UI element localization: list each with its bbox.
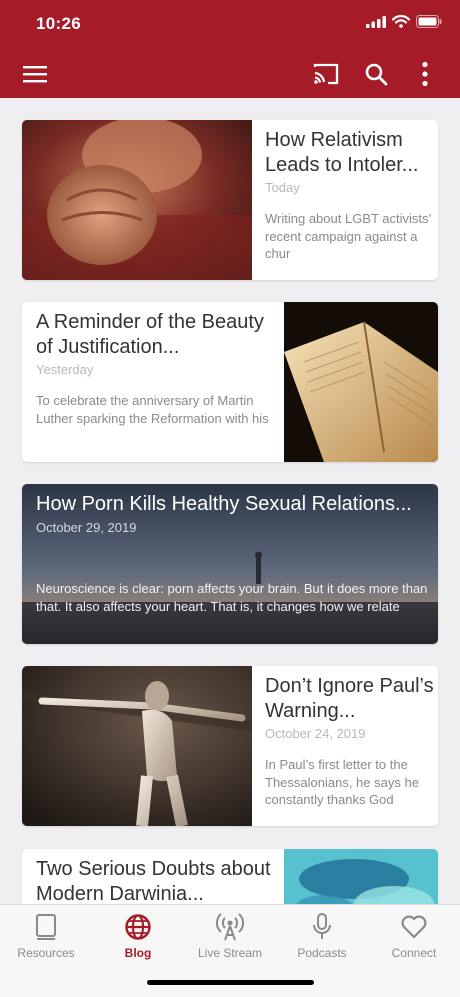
menu-icon[interactable]	[19, 58, 51, 90]
home-indicator[interactable]	[147, 980, 314, 985]
app-bar: 10:26	[0, 0, 460, 98]
heart-icon	[401, 915, 427, 939]
post-card[interactable]: Don’t Ignore Paul’s Warning... October 2…	[22, 666, 438, 826]
post-title[interactable]: Don’t Ignore Paul’s Warning...	[265, 674, 437, 724]
book-icon	[36, 914, 56, 940]
post-text: How Relativism Leads to Intoler... Today…	[265, 120, 437, 280]
status-icons	[366, 15, 442, 28]
cast-icon[interactable]	[310, 58, 342, 90]
signal-icon	[366, 15, 386, 28]
post-date: October 24, 2019	[265, 726, 366, 741]
post-title[interactable]: Two Serious Doubts about Modern Darwinia…	[36, 857, 276, 904]
post-thumbnail-cells	[284, 849, 438, 904]
tab-live-stream[interactable]: Live Stream	[184, 911, 276, 971]
post-excerpt: Neuroscience is clear: porn affects your…	[36, 581, 428, 614]
post-title[interactable]: A Reminder of the Beauty of Justificatio…	[36, 310, 276, 360]
post-excerpt: Writing about LGBT activists’ recent cam…	[265, 211, 431, 261]
tab-resources[interactable]: Resources	[0, 911, 92, 971]
post-text: Don’t Ignore Paul’s Warning... October 2…	[265, 666, 437, 826]
tab-label: Blog	[124, 946, 152, 960]
more-vertical-icon[interactable]	[409, 58, 441, 90]
microphone-icon	[313, 913, 331, 939]
post-overlay: How Porn Kills Healthy Sexual Relations.…	[22, 484, 438, 644]
status-time: 10:26	[36, 14, 81, 33]
post-card[interactable]: Two Serious Doubts about Modern Darwinia…	[22, 849, 438, 904]
post-thumbnail-bible	[284, 302, 438, 462]
post-excerpt: In Paul’s first letter to the Thessaloni…	[265, 757, 419, 807]
search-icon[interactable]	[360, 58, 392, 90]
blog-feed[interactable]: How Relativism Leads to Intoler... Today…	[0, 98, 460, 904]
post-title[interactable]: How Relativism Leads to Intoler...	[265, 128, 437, 178]
broadcast-icon	[216, 913, 244, 941]
tab-label: Resources	[17, 946, 75, 960]
post-date: Yesterday	[36, 362, 94, 377]
post-thumbnail-fist	[22, 120, 252, 280]
tab-blog[interactable]: Blog	[92, 911, 184, 971]
tab-label: Connect	[391, 946, 437, 960]
post-text: A Reminder of the Beauty of Justificatio…	[36, 302, 276, 462]
post-title[interactable]: How Porn Kills Healthy Sexual Relations.…	[36, 492, 426, 517]
post-card[interactable]: How Relativism Leads to Intoler... Today…	[22, 120, 438, 280]
post-excerpt: To celebrate the anniversary of Martin L…	[36, 393, 269, 426]
tab-label: Live Stream	[197, 946, 263, 960]
globe-icon	[125, 914, 151, 940]
tab-podcasts[interactable]: Podcasts	[276, 911, 368, 971]
post-card[interactable]: A Reminder of the Beauty of Justificatio…	[22, 302, 438, 462]
post-thumbnail-crucifix	[22, 666, 252, 826]
battery-icon	[416, 15, 442, 28]
tab-label: Podcasts	[297, 946, 347, 960]
post-date: October 29, 2019	[36, 520, 137, 535]
post-date: Today	[265, 180, 300, 195]
wifi-icon	[392, 15, 410, 28]
post-text: Two Serious Doubts about Modern Darwinia…	[36, 849, 276, 904]
post-card-featured[interactable]: How Porn Kills Healthy Sexual Relations.…	[22, 484, 438, 644]
tab-connect[interactable]: Connect	[368, 911, 460, 971]
